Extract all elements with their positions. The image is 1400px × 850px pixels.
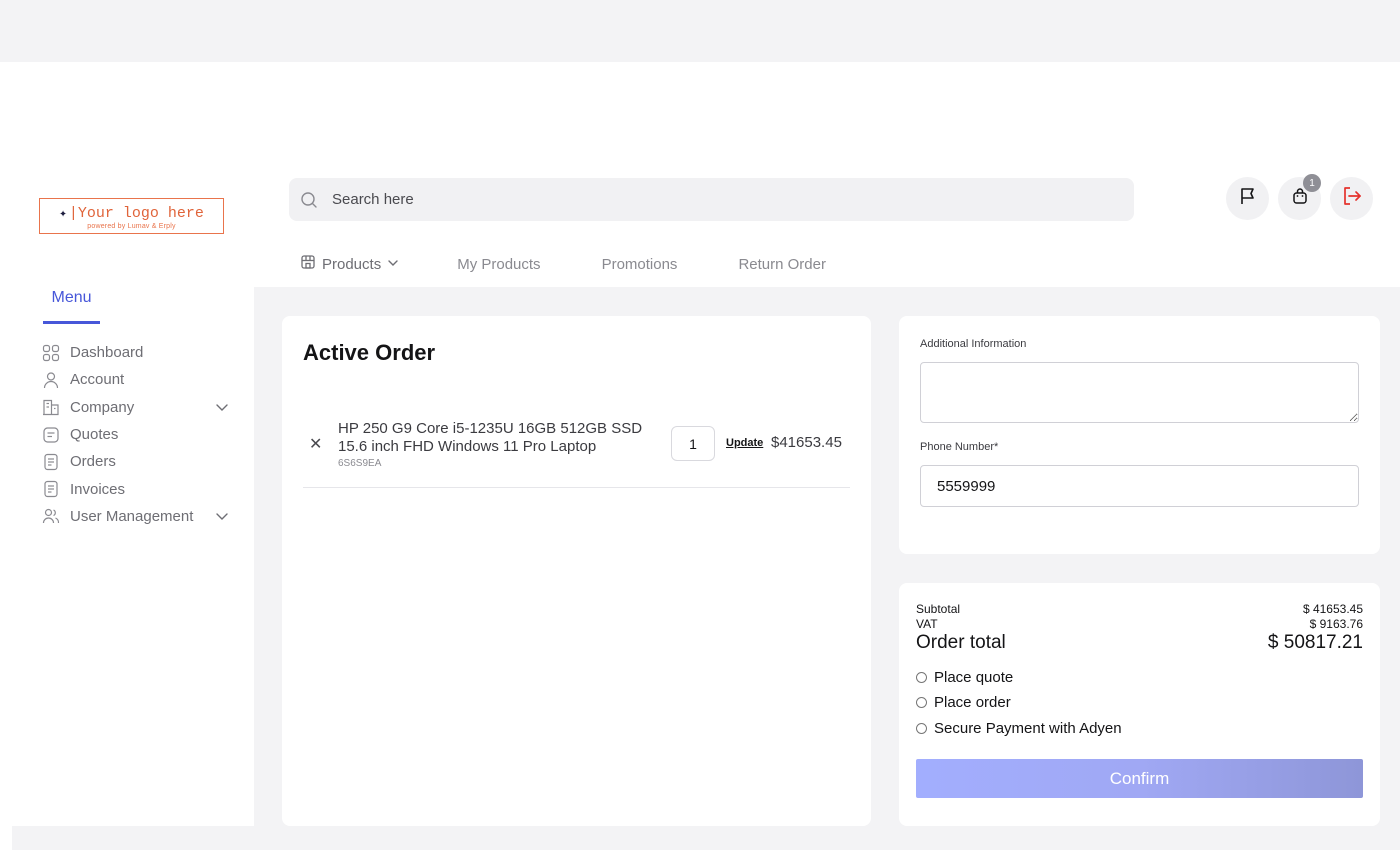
adyen-payment-option[interactable]: Secure Payment with Adyen (916, 720, 1122, 737)
nav-promotions[interactable]: Promotions (602, 256, 678, 273)
place-order-option[interactable]: Place order (916, 694, 1011, 711)
option-label: Secure Payment with Adyen (934, 720, 1122, 737)
active-order-card: Active Order ✕ HP 250 G9 Core i5-1235U 1… (282, 316, 871, 826)
sidebar-item-label: Invoices (70, 480, 126, 498)
sidebar-item-invoices[interactable]: Invoices (42, 475, 237, 502)
sidebar-item-label: Account (70, 371, 125, 389)
quote-icon (42, 426, 60, 444)
invoice-icon (42, 480, 60, 498)
sidebar-item-label: Quotes (70, 426, 119, 444)
sidebar-item-orders[interactable]: Orders (42, 448, 237, 475)
flag-button[interactable] (1226, 177, 1269, 220)
building-icon (42, 398, 60, 416)
option-label: Place order (934, 694, 1011, 711)
logout-icon (1341, 185, 1363, 212)
close-icon[interactable]: ✕ (309, 434, 322, 454)
page-title: Active Order (303, 340, 436, 365)
search-icon (299, 190, 319, 210)
nav-my-products[interactable]: My Products (457, 256, 540, 273)
quantity-input[interactable] (671, 426, 715, 461)
logo[interactable]: ✦ |Your logo here powered by Lumav & Erp… (39, 198, 224, 234)
document-icon (42, 453, 60, 471)
order-summary-card: Subtotal $ 41653.45 VAT $ 9163.76 Order … (899, 583, 1380, 826)
update-link[interactable]: Update (726, 437, 763, 449)
nav-return-order[interactable]: Return Order (738, 256, 826, 273)
place-quote-radio[interactable] (916, 672, 927, 683)
adyen-payment-radio[interactable] (916, 723, 927, 734)
top-navigation: Products My Products Promotions Return O… (300, 252, 826, 276)
line-price: $41653.45 (771, 434, 842, 451)
logo-powered-by: powered by Lumav & Erply (87, 222, 176, 230)
users-icon (42, 507, 60, 525)
flag-icon (1238, 186, 1258, 211)
subtotal-value: $ 41653.45 (1302, 602, 1363, 616)
order-total-label: Order total (916, 632, 1006, 653)
additional-info-field[interactable] (920, 362, 1359, 423)
vat-row: VAT $ 9163.76 (916, 617, 1363, 631)
sidebar-item-label: User Management (70, 507, 194, 525)
top-band (0, 0, 1400, 62)
logout-button[interactable] (1330, 177, 1373, 220)
logo-text-row: ✦ |Your logo here (59, 205, 204, 222)
order-total-row: Order total $ 50817.21 (916, 632, 1363, 654)
sidebar-item-company[interactable]: Company (42, 394, 237, 421)
sidebar-item-dashboard[interactable]: Dashboard (42, 339, 237, 366)
vat-value: $ 9163.76 (1309, 617, 1363, 631)
logo-text: |Your logo here (68, 204, 204, 222)
sidebar-item-account[interactable]: Account (42, 366, 237, 393)
phone-number-label: Phone Number* (920, 441, 999, 453)
shopping-bag-icon (1291, 187, 1309, 210)
user-icon (42, 371, 60, 389)
confirm-button[interactable]: Confirm (916, 759, 1363, 798)
nav-products[interactable]: Products (300, 254, 399, 274)
additional-info-card: Additional Information Phone Number* (899, 316, 1380, 554)
cart-count-badge: 1 (1303, 174, 1321, 192)
product-sku: 6S6S9EA (338, 458, 382, 469)
additional-info-label: Additional Information (920, 338, 1027, 350)
sidebar-item-quotes[interactable]: Quotes (42, 421, 237, 448)
storefront-icon (300, 254, 316, 274)
logo-mark-icon: ✦ (59, 205, 67, 221)
subtotal-label: Subtotal (916, 602, 961, 616)
search-input[interactable] (332, 191, 1112, 208)
subtotal-row: Subtotal $ 41653.45 (916, 602, 1363, 616)
search-bar (289, 178, 1134, 221)
sidebar-menu: Dashboard Account Company Quotes Orders … (42, 339, 237, 530)
option-label: Place quote (934, 669, 1014, 686)
nav-products-label: Products (322, 255, 382, 273)
chevron-down-icon[interactable] (214, 399, 230, 419)
chevron-down-icon[interactable] (214, 508, 230, 528)
order-total-value: $ 50817.21 (1267, 632, 1363, 653)
cart-button[interactable]: 1 (1278, 174, 1321, 220)
bottom-band (12, 826, 1400, 850)
menu-tab[interactable]: Menu (43, 286, 100, 324)
phone-number-field[interactable] (920, 465, 1359, 507)
chevron-down-icon (387, 256, 399, 273)
grid-icon (42, 344, 60, 362)
sidebar-item-user-management[interactable]: User Management (42, 503, 237, 530)
place-order-radio[interactable] (916, 697, 927, 708)
sidebar-item-label: Company (70, 398, 135, 416)
product-name: HP 250 G9 Core i5-1235U 16GB 512GB SSD 1… (338, 420, 643, 455)
place-quote-option[interactable]: Place quote (916, 669, 1013, 686)
sidebar-item-label: Orders (70, 453, 116, 471)
sidebar-item-label: Dashboard (70, 344, 144, 362)
order-line-item: ✕ HP 250 G9 Core i5-1235U 16GB 512GB SSD… (303, 416, 850, 488)
vat-label: VAT (916, 617, 938, 631)
